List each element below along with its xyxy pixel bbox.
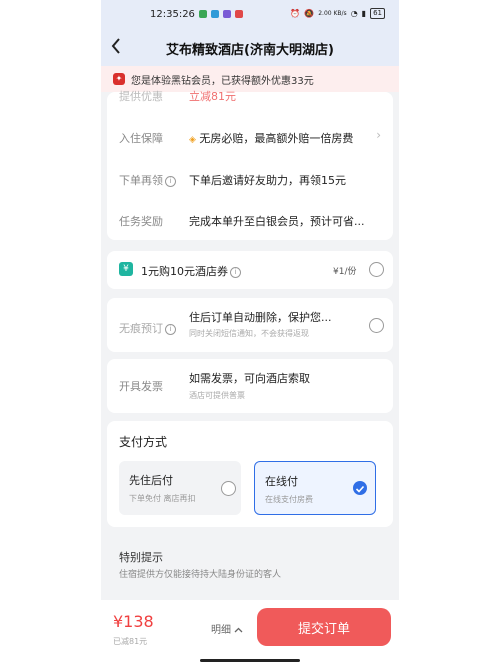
traceless-label: 无痕预订 i [119,320,176,336]
partial-row-label: 提供优惠 [119,90,163,103]
reorder-label-text: 下单再领 [119,174,163,187]
yen-coupon-icon: ¥ [119,262,133,276]
invoice-value: 如需发票，可向酒店索取 [189,372,310,385]
signal-icon: ▮ [361,9,367,18]
pay-online-name: 在线付 [265,475,298,488]
system-icons: ⏰ 🔕 2.00 KB/s ◔ ▮ 61 [290,8,385,19]
pay-online-checkbox[interactable] [353,481,367,495]
pay-online-option[interactable]: 在线付 在线支付房费 [254,461,376,515]
traceless-value: 住后订单自动删除，保护您... [189,311,332,324]
info-icon[interactable]: i [230,267,241,278]
traceless-label-text: 无痕预订 [119,322,163,335]
traceless-card[interactable]: 无痕预订 i 住后订单自动删除，保护您... 同时关闭短信通知，不会获得返现 [107,298,393,352]
pay-online-desc: 在线支付房费 [265,495,313,504]
pay-later-desc: 下单免付 离店再扣 [129,494,196,503]
notice-text: 您是体验黑钻会员，已获得额外优惠33元 [131,75,314,87]
chevron-left-icon [111,38,120,54]
saved-amount: 已减81元 [113,637,148,646]
reorder-label: 下单再领 i [119,172,176,188]
status-time: 12:35:26 [150,9,195,20]
check-icon [355,485,365,493]
mute-icon: 🔕 [304,9,315,18]
chevron-right-icon[interactable]: › [376,128,381,142]
app-notification-icon [199,10,207,18]
voucher-label-text: 1元购10元酒店券 [141,265,228,278]
guarantee-badge-icon: ◈ [189,135,196,145]
notes-text: 住宿提供方仅能接待持大陆身份证的客人 [119,570,282,580]
payment-card: 支付方式 先住后付 下单免付 离店再扣 在线付 在线支付房费 [107,421,393,527]
notes-section: 特别提示 住宿提供方仅能接待持大陆身份证的客人 [107,537,393,589]
info-icon[interactable]: i [165,324,176,335]
task-value: 完成本单升至白银会员，预计可省... [189,215,365,228]
payment-title: 支付方式 [119,435,168,449]
bottom-bar: ¥138 已减81元 明细 提交订单 [101,600,399,667]
task-label: 任务奖励 [119,215,163,228]
invoice-sub: 酒店可提供普票 [189,391,245,400]
battery-icon: 61 [370,8,385,19]
app-notification-icon [211,10,219,18]
voucher-price: ¥1/份 [333,267,357,277]
back-button[interactable] [111,36,131,58]
voucher-card[interactable]: ¥ 1元购10元酒店券 i ¥1/份 [107,251,393,289]
info-icon[interactable]: i [165,176,176,187]
shield-icon: ✦ [113,73,125,85]
pay-later-option[interactable]: 先住后付 下单免付 离店再扣 [119,461,241,515]
nav-bar: 艾布精致酒店(济南大明湖店) [101,30,399,66]
submit-order-button[interactable]: 提交订单 [257,608,391,646]
traceless-sub: 同时关闭短信通知，不会获得返现 [189,329,309,338]
total-price: ¥138 [113,612,154,631]
voucher-label: 1元购10元酒店券 i [141,263,241,279]
guarantee-value[interactable]: ◈ 无房必赔，最高额外赔一倍房费 [189,130,353,146]
price-detail-label: 明细 [211,625,231,636]
guarantee-text: 无房必赔，最高额外赔一倍房费 [199,132,354,145]
traceless-checkbox[interactable] [369,318,384,333]
invoice-card: 开具发票 如需发票，可向酒店索取 酒店可提供普票 [107,359,393,413]
app-notification-icon [223,10,231,18]
alarm-icon: ⏰ [290,9,301,18]
phone-screen: 12:35:26 ⏰ 🔕 2.00 KB/s ◔ ▮ 61 艾布精致酒店(济南大… [101,0,399,667]
app-notification-icon [235,10,243,18]
invoice-label: 开具发票 [119,380,163,393]
price-detail-toggle[interactable]: 明细 [211,621,243,636]
reorder-value: 下单后邀请好友助力，再领15元 [189,174,346,187]
wifi-icon: ◔ [350,9,358,18]
status-bar: 12:35:26 ⏰ 🔕 2.00 KB/s ◔ ▮ 61 [101,0,399,30]
pay-later-checkbox[interactable] [221,481,236,496]
guarantee-label: 入住保障 [119,132,163,145]
pay-later-name: 先住后付 [129,474,173,487]
voucher-checkbox[interactable] [369,262,384,277]
perks-card: 提供优惠 立减81元 入住保障 ◈ 无房必赔，最高额外赔一倍房费 › 下单再领 i… [107,90,393,240]
chevron-up-icon [234,627,243,633]
partial-row-value: 立减81元 [189,90,236,103]
notes-title: 特别提示 [119,551,163,564]
home-indicator [200,659,300,662]
network-speed: 2.00 KB/s [318,10,347,17]
page-title: 艾布精致酒店(济南大明湖店) [166,42,334,58]
